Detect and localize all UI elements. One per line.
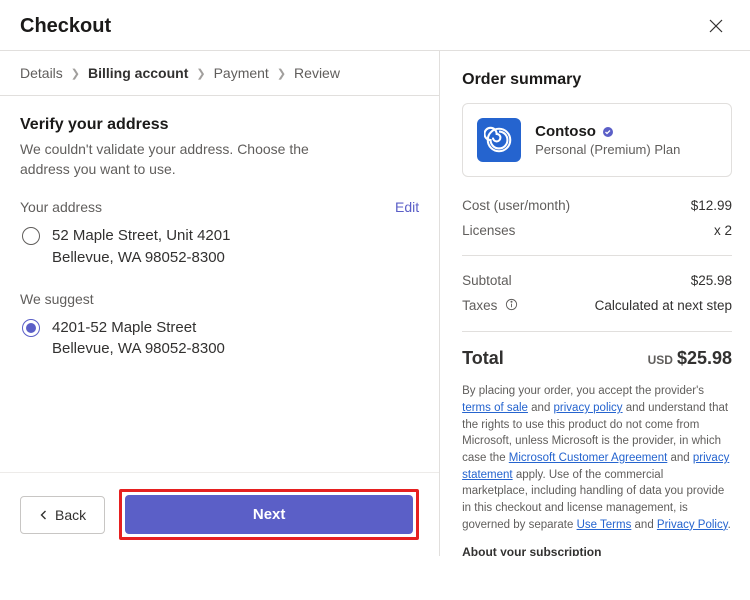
page-title: Checkout [20,15,111,38]
left-pane: Details ❯ Billing account ❯ Payment ❯ Re… [0,51,440,556]
plan-card: Contoso Personal (Premium) Plan [462,103,732,177]
breadcrumb-details[interactable]: Details [20,65,63,81]
verified-badge-icon [602,126,614,138]
your-address-label: Your address [20,199,102,215]
order-summary-pane: Order summary Contoso Personal (Premium)… [440,51,750,556]
breadcrumb-review[interactable]: Review [294,65,340,81]
taxes-label: Taxes [462,298,518,314]
subtotal-value: $25.98 [691,273,732,288]
total-value: $25.98 [677,348,732,368]
info-icon[interactable] [505,298,518,314]
next-button[interactable]: Next [125,495,413,534]
plan-icon [477,118,521,162]
edit-address-link[interactable]: Edit [395,199,419,215]
subtotal-label: Subtotal [462,273,512,288]
plan-tier: Personal (Premium) Plan [535,142,680,157]
breadcrumb-payment[interactable]: Payment [214,65,269,81]
close-button[interactable] [702,12,730,40]
breadcrumb: Details ❯ Billing account ❯ Payment ❯ Re… [0,51,439,96]
back-button-label: Back [55,507,86,523]
your-address-line2: Bellevue, WA 98052-8300 [52,247,230,269]
divider [462,331,732,332]
chevron-right-icon: ❯ [196,67,205,80]
wizard-footer: Back Next [0,472,439,556]
verify-address-section: Verify your address We couldn't validate… [0,96,439,472]
radio-selected-icon [22,319,40,337]
licenses-value: x 2 [714,223,732,238]
privacy-policy-link[interactable]: privacy policy [554,402,623,414]
total-currency: USD [648,353,673,367]
chevron-right-icon: ❯ [71,67,80,80]
breadcrumb-billing-account[interactable]: Billing account [88,65,188,81]
cost-value: $12.99 [691,198,732,213]
verify-subtitle: We couldn't validate your address. Choos… [20,140,360,179]
plan-name: Contoso [535,123,596,140]
suggested-address-option[interactable]: 4201-52 Maple Street Bellevue, WA 98052-… [20,317,419,361]
your-address-line1: 52 Maple Street, Unit 4201 [52,225,230,247]
privacy-policy2-link[interactable]: Privacy Policy [657,519,728,531]
radio-unselected-icon [22,227,40,245]
chevron-left-icon [39,510,49,520]
legal-text: By placing your order, you accept the pr… [462,383,732,533]
highlight-annotation: Next [119,489,419,540]
divider [462,255,732,256]
terms-of-sale-link[interactable]: terms of sale [462,402,528,414]
suggested-address-line2: Bellevue, WA 98052-8300 [52,338,225,360]
back-button[interactable]: Back [20,496,105,534]
order-summary-title: Order summary [462,71,732,89]
about-subscription-title: About your subscription [462,545,732,556]
suggested-address-line1: 4201-52 Maple Street [52,317,225,339]
chevron-right-icon: ❯ [277,67,286,80]
close-icon [708,18,724,34]
suggest-label: We suggest [20,291,419,307]
taxes-value: Calculated at next step [595,298,732,314]
licenses-label: Licenses [462,223,515,238]
mca-link[interactable]: Microsoft Customer Agreement [509,452,668,464]
use-terms-link[interactable]: Use Terms [577,519,632,531]
total-label: Total [462,348,504,369]
cost-label: Cost (user/month) [462,198,570,213]
your-address-option[interactable]: 52 Maple Street, Unit 4201 Bellevue, WA … [20,225,419,269]
dialog-header: Checkout [0,0,750,51]
spiral-icon [484,125,514,155]
verify-title: Verify your address [20,116,419,134]
